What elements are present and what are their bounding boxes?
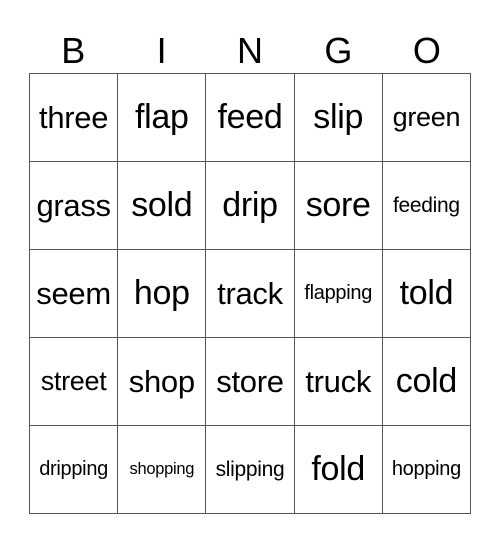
bingo-cell: store [206,338,295,426]
bingo-cell: shopping [118,426,207,514]
bingo-grid: three flap feed slip green grass sold dr… [29,73,471,514]
bingo-cell: drip [206,162,295,250]
header-letter-i: I [156,30,167,71]
header-letter-o: O [412,30,441,71]
bingo-cell: cold [382,338,471,426]
bingo-cell: street [30,338,119,426]
bingo-cell: hop [118,250,207,338]
bingo-cell: truck [294,338,383,426]
bingo-cell: sold [118,162,207,250]
bingo-cell: shop [118,338,207,426]
bingo-cell: seem [30,250,119,338]
bingo-cell: green [382,74,471,162]
bingo-cell: flap [118,74,207,162]
header-letter-b: B [61,30,86,71]
header-letter-g: G [324,30,353,71]
bingo-cell: grass [30,162,119,250]
bingo-cell: feed [206,74,295,162]
bingo-header: B I N G O [29,30,471,72]
bingo-cell: sore [294,162,383,250]
bingo-cell: slip [294,74,383,162]
bingo-cell: dripping [30,426,119,514]
bingo-cell: feeding [382,162,471,250]
bingo-cell: fold [294,426,383,514]
bingo-cell: hopping [382,426,471,514]
header-letter-n: N [237,30,264,71]
bingo-cell: three [30,74,119,162]
bingo-cell: slipping [206,426,295,514]
bingo-cell: track [206,250,295,338]
bingo-cell: told [382,250,471,338]
bingo-cell: flapping [294,250,383,338]
